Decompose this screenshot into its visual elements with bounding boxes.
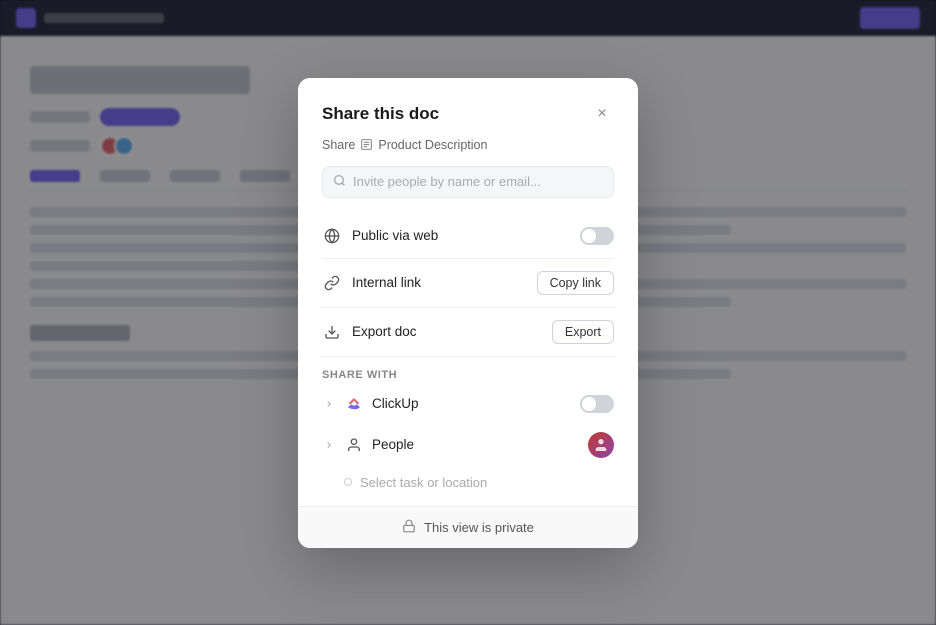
select-location-row[interactable]: Select task or location bbox=[322, 467, 614, 498]
export-button[interactable]: Export bbox=[552, 320, 614, 344]
share-with-header: Share With bbox=[322, 365, 614, 381]
footer-text: This view is private bbox=[424, 520, 534, 535]
doc-icon bbox=[360, 138, 373, 151]
export-doc-label: Export doc bbox=[352, 324, 542, 339]
share-options-list: Public via web Internal link Copy link bbox=[322, 216, 614, 359]
clickup-label: ClickUp bbox=[372, 396, 572, 411]
internal-link-row: Internal link Copy link bbox=[322, 261, 614, 305]
clickup-icon bbox=[344, 394, 364, 414]
modal-footer: This view is private bbox=[298, 506, 638, 548]
select-location-label: Select task or location bbox=[360, 475, 487, 490]
search-icon bbox=[333, 174, 346, 190]
lock-icon bbox=[402, 519, 416, 536]
modal-title: Share this doc bbox=[322, 104, 439, 124]
export-doc-row: Export doc Export bbox=[322, 310, 614, 354]
modal-subtitle: Share Product Description bbox=[322, 138, 614, 152]
public-via-web-row: Public via web bbox=[322, 216, 614, 256]
people-chevron-icon[interactable] bbox=[322, 438, 336, 452]
modal-header: Share this doc × bbox=[322, 102, 614, 126]
link-icon bbox=[322, 273, 342, 293]
internal-link-label: Internal link bbox=[352, 275, 527, 290]
people-row: People bbox=[322, 423, 614, 467]
close-button[interactable]: × bbox=[590, 102, 614, 126]
clickup-row: ClickUp bbox=[322, 385, 614, 423]
public-via-web-toggle[interactable] bbox=[580, 227, 614, 245]
people-label: People bbox=[372, 437, 580, 452]
invite-search-input[interactable] bbox=[353, 174, 603, 189]
person-icon bbox=[344, 435, 364, 455]
copy-link-button[interactable]: Copy link bbox=[537, 271, 614, 295]
subtitle-prefix: Share bbox=[322, 138, 355, 152]
modal-overlay[interactable]: Share this doc × Share Product Descripti… bbox=[0, 0, 936, 625]
export-icon bbox=[322, 322, 342, 342]
invite-search-row[interactable] bbox=[322, 166, 614, 198]
circle-dot-icon bbox=[344, 478, 352, 486]
globe-icon bbox=[322, 226, 342, 246]
public-via-web-label: Public via web bbox=[352, 228, 570, 243]
subtitle-doc: Product Description bbox=[378, 138, 487, 152]
people-avatar bbox=[588, 432, 614, 458]
clickup-toggle[interactable] bbox=[580, 395, 614, 413]
share-modal: Share this doc × Share Product Descripti… bbox=[298, 78, 638, 548]
chevron-right-icon[interactable] bbox=[322, 397, 336, 411]
